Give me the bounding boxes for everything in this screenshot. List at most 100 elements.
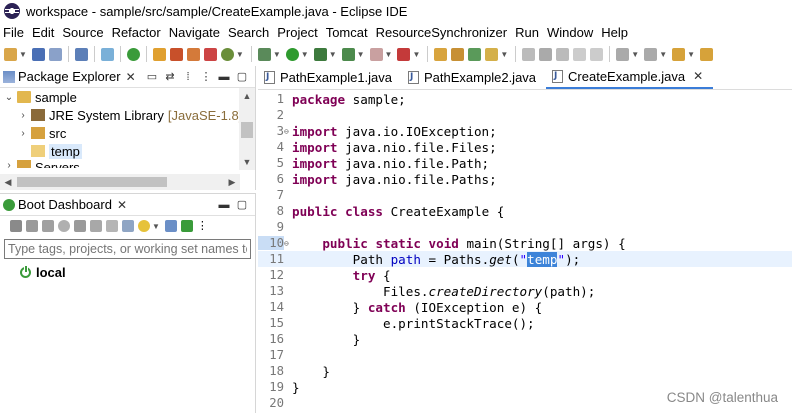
next-annotation-icon[interactable] [616, 47, 630, 61]
tree-item-src[interactable]: › src [0, 124, 255, 142]
debug-icon[interactable] [257, 47, 271, 61]
stop-icon[interactable] [369, 47, 383, 61]
coverage-icon[interactable] [313, 47, 327, 61]
show-whitespace-icon[interactable] [590, 47, 604, 61]
close-icon[interactable]: ✕ [693, 69, 703, 83]
boot-item-local[interactable]: local [20, 265, 255, 280]
chevron-down-icon[interactable]: ▼ [385, 50, 393, 59]
chevron-down-icon[interactable]: ▼ [236, 50, 244, 59]
maximize-icon[interactable]: ▢ [236, 199, 248, 211]
chevron-down-icon[interactable]: ▼ [412, 50, 420, 59]
close-icon[interactable]: ✕ [117, 198, 127, 212]
collapse-all-icon[interactable]: ▭ [146, 71, 158, 83]
tree-item-jre[interactable]: › JRE System Library [JavaSE-1.8] [0, 106, 255, 124]
scroll-thumb[interactable] [241, 122, 253, 138]
new-java-project-icon[interactable] [434, 47, 448, 61]
boot-dashboard-filter-input[interactable] [4, 239, 251, 259]
fold-collapse-icon[interactable]: ⊖ [284, 239, 292, 248]
save-icon[interactable] [31, 47, 45, 61]
menu-run[interactable]: Run [511, 25, 543, 40]
tab-pathexample1[interactable]: PathExample1.java [258, 65, 402, 89]
external-tools-icon[interactable] [341, 47, 355, 61]
view-menu-icon[interactable]: ⋮ [200, 71, 212, 83]
stop-icon[interactable] [42, 220, 54, 232]
menu-project[interactable]: Project [273, 25, 321, 40]
chevron-right-icon[interactable]: › [3, 160, 15, 168]
toggle-mark-icon[interactable] [539, 47, 553, 61]
scroll-up-icon[interactable]: ▲ [239, 88, 255, 104]
chevron-down-icon[interactable]: ▼ [500, 50, 508, 59]
run-icon[interactable] [285, 47, 299, 61]
menu-navigate[interactable]: Navigate [165, 25, 224, 40]
menu-search[interactable]: Search [224, 25, 273, 40]
chevron-right-icon[interactable]: › [17, 128, 29, 139]
skip-breakpoints-icon[interactable] [100, 47, 114, 61]
back-icon[interactable] [672, 47, 686, 61]
window-icon[interactable] [122, 220, 134, 232]
tree-item-sample[interactable]: ⌄ sample [0, 88, 255, 106]
minimize-icon[interactable]: ▬ [218, 71, 230, 83]
pen-icon[interactable] [485, 47, 499, 61]
menu-resource-synchronizer[interactable]: ResourceSynchronizer [372, 25, 512, 40]
chevron-down-icon[interactable]: ▼ [659, 50, 667, 59]
menu-edit[interactable]: Edit [28, 25, 58, 40]
view-menu-icon[interactable]: ⋮ [197, 220, 209, 232]
new-package-icon[interactable] [451, 47, 465, 61]
chevron-down-icon[interactable]: ⌄ [3, 92, 15, 103]
tab-createexample[interactable]: CreateExample.java ✕ [546, 65, 714, 89]
package-explorer-tab[interactable]: Package Explorer ✕ [3, 69, 142, 84]
prev-annotation-icon[interactable] [644, 47, 658, 61]
server-icon[interactable] [397, 47, 411, 61]
lightbulb-icon[interactable] [138, 220, 150, 232]
minimize-icon[interactable]: ▬ [218, 199, 230, 211]
tree-item-servers[interactable]: › Servers [0, 160, 255, 168]
chevron-right-icon[interactable]: › [17, 110, 29, 121]
menu-window[interactable]: Window [543, 25, 597, 40]
menu-refactor[interactable]: Refactor [108, 25, 165, 40]
chevron-down-icon[interactable]: ▼ [329, 50, 337, 59]
scroll-thumb[interactable] [17, 177, 167, 187]
tomcat-restart-icon[interactable] [186, 47, 200, 61]
focus-icon[interactable]: ⁞ [182, 71, 194, 83]
horizontal-scrollbar[interactable]: ◀ ▶ [0, 174, 240, 190]
tomcat-stop-icon[interactable] [169, 47, 183, 61]
chevron-down-icon[interactable]: ▼ [19, 50, 27, 59]
new-icon[interactable] [4, 47, 17, 61]
scroll-down-icon[interactable]: ▼ [239, 154, 255, 170]
menu-file[interactable]: File [0, 25, 28, 40]
boot-dashboard-tab[interactable]: Boot Dashboard ✕ [3, 197, 133, 212]
start-icon[interactable] [10, 220, 22, 232]
code-editor[interactable]: 1 package sample; 2 3 ⊖ import java.io.IO… [258, 90, 792, 413]
scroll-right-icon[interactable]: ▶ [224, 174, 240, 190]
add-icon[interactable] [180, 220, 193, 232]
sync-icon[interactable] [203, 47, 217, 61]
console-icon[interactable] [74, 47, 88, 61]
chevron-down-icon[interactable]: ▼ [687, 50, 695, 59]
debug-icon[interactable] [26, 220, 38, 232]
chevron-down-icon[interactable]: ▼ [357, 50, 365, 59]
forward-icon[interactable] [700, 47, 714, 61]
pin-icon[interactable] [522, 47, 536, 61]
close-icon[interactable]: ✕ [126, 70, 136, 84]
edit-icon[interactable] [106, 220, 118, 232]
link-with-editor-icon[interactable]: ⇄ [164, 71, 176, 83]
fold-collapse-icon[interactable]: ⊖ [284, 127, 292, 136]
gear-icon[interactable] [220, 47, 234, 61]
open-console-icon[interactable] [58, 220, 70, 232]
tree-item-temp[interactable]: temp [0, 142, 255, 160]
vertical-scrollbar[interactable]: ▲ ▼ [239, 88, 255, 170]
chevron-down-icon[interactable]: ▼ [631, 50, 639, 59]
menu-help[interactable]: Help [597, 25, 632, 40]
save-all-icon[interactable] [48, 47, 62, 61]
new-class-icon[interactable] [468, 47, 482, 61]
block-selection-icon[interactable] [556, 47, 570, 61]
chevron-down-icon[interactable]: ▼ [152, 222, 160, 231]
menu-source[interactable]: Source [58, 25, 107, 40]
tomcat-icon[interactable] [152, 47, 166, 61]
maximize-icon[interactable]: ▢ [236, 71, 248, 83]
menu-tomcat[interactable]: Tomcat [322, 25, 372, 40]
scroll-left-icon[interactable]: ◀ [0, 174, 16, 190]
tab-pathexample2[interactable]: PathExample2.java [402, 65, 546, 89]
refresh-icon[interactable] [90, 220, 102, 232]
word-wrap-icon[interactable] [573, 47, 587, 61]
